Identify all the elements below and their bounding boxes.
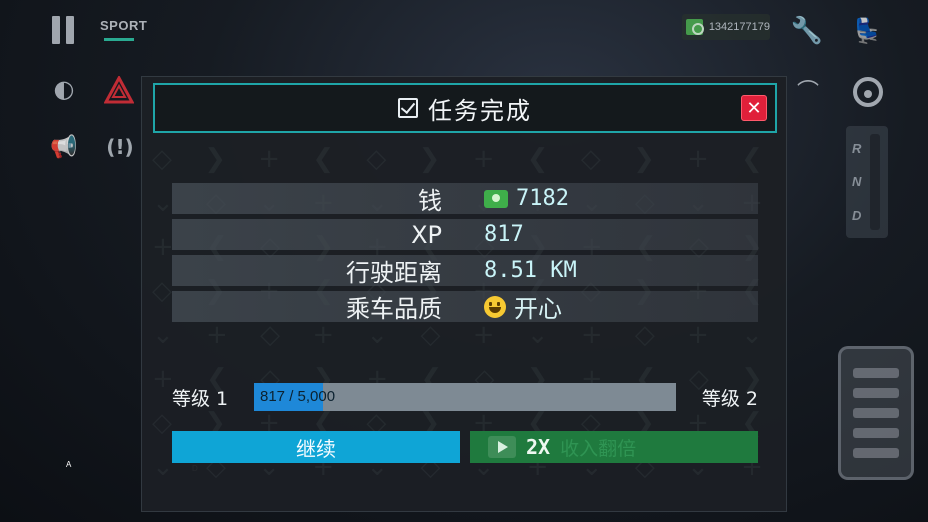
brake-warning-icon[interactable]: (!) bbox=[100, 130, 140, 164]
accelerator-pedal[interactable] bbox=[838, 346, 914, 480]
xp-progress-bar: 817 / 5,000 bbox=[254, 383, 676, 411]
pause-button[interactable] bbox=[50, 16, 76, 44]
headlight-icon[interactable]: ◐ bbox=[44, 72, 84, 106]
dialog-actions: 继续 2X 收入翻倍 bbox=[172, 431, 758, 463]
dialog-title: 任务完成 bbox=[428, 96, 532, 125]
money-icon bbox=[484, 189, 508, 208]
reward-value: 开心 bbox=[514, 295, 562, 323]
reward-list: 钱 7182 XP 817 行驶距离 8.51 KM 乘车品质 开心 bbox=[172, 183, 758, 327]
checkbox-icon bbox=[398, 98, 418, 118]
cash-balance-text: 1342177179 bbox=[708, 21, 770, 33]
gear-slot bbox=[870, 134, 880, 230]
reward-value: 817 bbox=[484, 222, 524, 247]
dialog-title-bar: 任务完成 ✕ bbox=[153, 83, 777, 133]
sport-mode-toggle[interactable]: SPORT bbox=[100, 18, 147, 33]
cash-icon bbox=[686, 19, 704, 35]
level-progress: 等级 1 817 / 5,000 等级 2 bbox=[172, 382, 758, 412]
reward-value: 8.51 KM bbox=[484, 258, 577, 283]
close-icon: ✕ bbox=[746, 97, 762, 119]
double-income-button[interactable]: 2X 收入翻倍 bbox=[470, 431, 758, 463]
wrench-icon[interactable]: 🔧 bbox=[790, 14, 824, 48]
reward-label: 行驶距离 bbox=[346, 259, 442, 287]
seats-icon[interactable]: 💺 bbox=[850, 14, 884, 48]
gear-drive: D bbox=[852, 207, 862, 223]
reward-label: XP bbox=[411, 220, 442, 249]
smile-icon bbox=[484, 295, 506, 318]
reward-row-ride-quality: 乘车品质 开心 bbox=[172, 291, 758, 323]
video-ad-icon bbox=[488, 436, 516, 458]
reward-row-distance: 行驶距离 8.51 KM bbox=[172, 255, 758, 287]
reward-row-xp: XP 817 bbox=[172, 219, 758, 250]
gear-lever[interactable]: R N D bbox=[846, 126, 888, 238]
steer-left-label: A bbox=[66, 460, 72, 469]
continue-button[interactable]: 继续 bbox=[172, 431, 460, 463]
cash-balance-display[interactable]: 1342177179 bbox=[682, 14, 770, 40]
steering-icon[interactable] bbox=[850, 74, 886, 110]
xp-progress-text: 817 / 5,000 bbox=[260, 388, 336, 405]
double-multiplier: 2X bbox=[526, 435, 551, 459]
gear-neutral: N bbox=[852, 174, 862, 190]
double-income-label: 收入翻倍 bbox=[560, 437, 637, 460]
sport-mode-indicator bbox=[104, 38, 134, 41]
close-button[interactable]: ✕ bbox=[741, 95, 767, 121]
next-level-label: 等级 2 bbox=[701, 387, 758, 410]
reward-value: 7182 bbox=[516, 186, 569, 211]
current-level-label: 等级 1 bbox=[172, 387, 229, 410]
hazard-icon[interactable] bbox=[102, 74, 136, 106]
mission-complete-dialog: ◇ ❯ + ❮ ◇ ❯ + ❮ ◇ ❯ + ❮ ◇ ❯ ⌄ ◇ ⌄ + ⌄ ◇ … bbox=[141, 76, 787, 512]
reward-label: 乘车品质 bbox=[346, 295, 442, 323]
wiper-icon[interactable]: ⌒ bbox=[790, 74, 826, 106]
horn-icon[interactable]: 📢 bbox=[44, 130, 84, 164]
continue-label: 继续 bbox=[296, 436, 336, 461]
reward-label: 钱 bbox=[418, 187, 442, 215]
gear-reverse: R bbox=[852, 141, 862, 157]
reward-row-money: 钱 7182 bbox=[172, 183, 758, 215]
